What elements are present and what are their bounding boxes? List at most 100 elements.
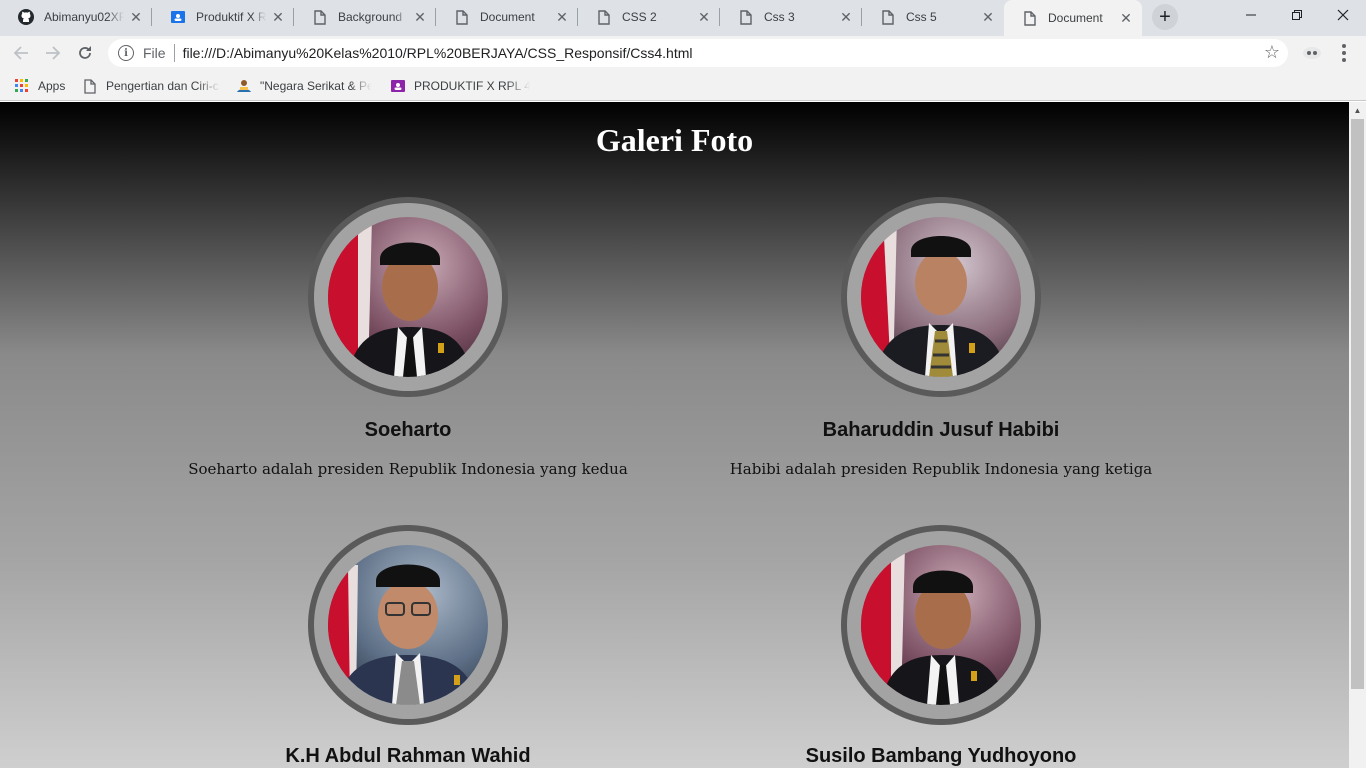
menu-dot [1342,44,1346,48]
minimize-icon [1246,14,1256,16]
person-description: Habibi adalah presiden Republik Indonesi… [729,460,1153,478]
portrait-photo [328,545,488,705]
forward-button[interactable] [40,40,66,66]
document-icon [596,9,612,25]
photo-frame-inner [314,203,502,391]
new-tab-button[interactable]: + [1152,4,1178,30]
bookmarks-bar: Apps Pengertian dan Ciri-ci "Negara Seri… [0,70,1366,101]
document-icon [454,9,470,25]
photo-frame-inner [847,203,1035,391]
close-icon[interactable]: ✕ [696,9,712,25]
tab-css3[interactable]: Css 3 ✕ [720,0,862,34]
vertical-scrollbar[interactable]: ▲ [1349,102,1366,768]
scrollbar-thumb[interactable] [1351,119,1364,689]
bookmark-label: "Negara Serikat & Pe [260,79,372,93]
tab-css2[interactable]: CSS 2 ✕ [578,0,720,34]
tab-document[interactable]: Document ✕ [436,0,578,34]
photo-frame [308,197,508,397]
bookmark-label: Pengertian dan Ciri-ci [106,79,220,93]
tab-title: Document [1048,11,1103,25]
address-divider [173,44,175,62]
plus-icon: + [1159,5,1171,28]
menu-dot [1342,51,1346,55]
reload-button[interactable] [72,40,98,66]
document-icon [880,9,896,25]
classroom-icon [390,78,406,94]
gallery-card: Susilo Bambang Yudhoyono [661,525,1221,768]
close-icon[interactable]: ✕ [980,9,996,25]
bookmark-label: PRODUKTIF X RPL 4 - [414,79,530,93]
menu-dot [1342,58,1346,62]
tab-active-document[interactable]: Document ✕ [1004,0,1142,36]
back-arrow-icon [13,46,28,60]
tab-css5[interactable]: Css 5 ✕ [862,0,1004,34]
close-icon[interactable]: ✕ [838,9,854,25]
document-icon [1022,10,1038,26]
portrait-photo [328,217,488,377]
document-icon [738,9,754,25]
photo-frame-inner [847,531,1035,719]
bookmark-label: Apps [38,79,66,93]
document-icon [82,78,98,94]
photo-frame [841,525,1041,725]
photo-frame-inner [314,531,502,719]
github-icon [18,9,34,25]
gallery-card: Baharuddin Jusuf Habibi Habibi adalah pr… [661,197,1221,497]
bookmark-produktif[interactable]: PRODUKTIF X RPL 4 - [390,76,530,96]
tab-title: Css 5 [906,10,937,24]
tab-title: Produktif X RPL [196,10,266,24]
scroll-up-arrow-icon[interactable]: ▲ [1349,102,1366,119]
scheme-label: File [143,45,166,61]
tab-github[interactable]: Abimanyu02XR ✕ [0,0,152,34]
forward-arrow-icon [46,46,61,60]
close-icon[interactable]: ✕ [128,9,144,25]
restore-icon [1292,10,1302,20]
close-icon [1337,9,1349,21]
tab-produktif[interactable]: Produktif X RPL ✕ [152,0,294,34]
toolbar: i File file:///D:/Abimanyu%20Kelas%2010/… [0,36,1366,70]
info-icon[interactable]: i [118,45,134,61]
page-content: Galeri Foto Soeharto Soeharto adalah pre… [0,102,1349,768]
person-name: Baharuddin Jusuf Habibi [822,419,1060,441]
tab-title: Css 3 [764,10,795,24]
close-icon[interactable]: ✕ [554,9,570,25]
person-description: Soeharto adalah presiden Republik Indone… [188,460,628,478]
bookmark-negara-serikat[interactable]: "Negara Serikat & Pe [236,76,372,96]
window-close-button[interactable] [1320,0,1366,30]
apps-grid-icon [14,78,30,94]
extension-button[interactable] [1300,42,1324,64]
bookmark-pengertian[interactable]: Pengertian dan Ciri-ci [82,76,220,96]
back-button[interactable] [8,40,34,66]
extension-icon [1303,47,1321,59]
tab-title: Background [338,10,403,24]
browser-window: Abimanyu02XR ✕ Produktif X RPL ✕ Backgro… [0,0,1366,768]
url-text[interactable]: file:///D:/Abimanyu%20Kelas%2010/RPL%20B… [183,45,693,61]
photo-frame [841,197,1041,397]
tab-background[interactable]: Background ✕ [294,0,436,34]
bookmark-apps[interactable]: Apps [14,76,65,96]
person-name: Soeharto [364,419,452,441]
photo-frame [308,525,508,725]
person-name: K.H Abdul Rahman Wahid [285,745,531,767]
close-icon[interactable]: ✕ [270,9,286,25]
minimize-button[interactable] [1228,0,1274,30]
portrait-photo [861,217,1021,377]
tab-title: CSS 2 [622,10,657,24]
menu-button[interactable] [1334,40,1354,66]
tab-title: Abimanyu02XR [44,10,124,24]
bookmark-star-icon[interactable]: ☆ [1264,42,1280,63]
person-name: Susilo Bambang Yudhoyono [805,745,1077,767]
address-bar[interactable]: i File file:///D:/Abimanyu%20Kelas%2010/… [108,39,1288,67]
close-icon[interactable]: ✕ [1118,10,1134,26]
classroom-icon [170,9,186,25]
restore-button[interactable] [1274,0,1320,30]
reader-icon [236,78,252,94]
document-icon [312,9,328,25]
tab-strip: Abimanyu02XR ✕ Produktif X RPL ✕ Backgro… [0,0,1366,36]
page-title: Galeri Foto [595,122,754,158]
close-icon[interactable]: ✕ [412,9,428,25]
gallery-card: K.H Abdul Rahman Wahid [128,525,688,768]
tab-title: Document [480,10,535,24]
reload-icon [79,46,91,59]
portrait-photo [861,545,1021,705]
